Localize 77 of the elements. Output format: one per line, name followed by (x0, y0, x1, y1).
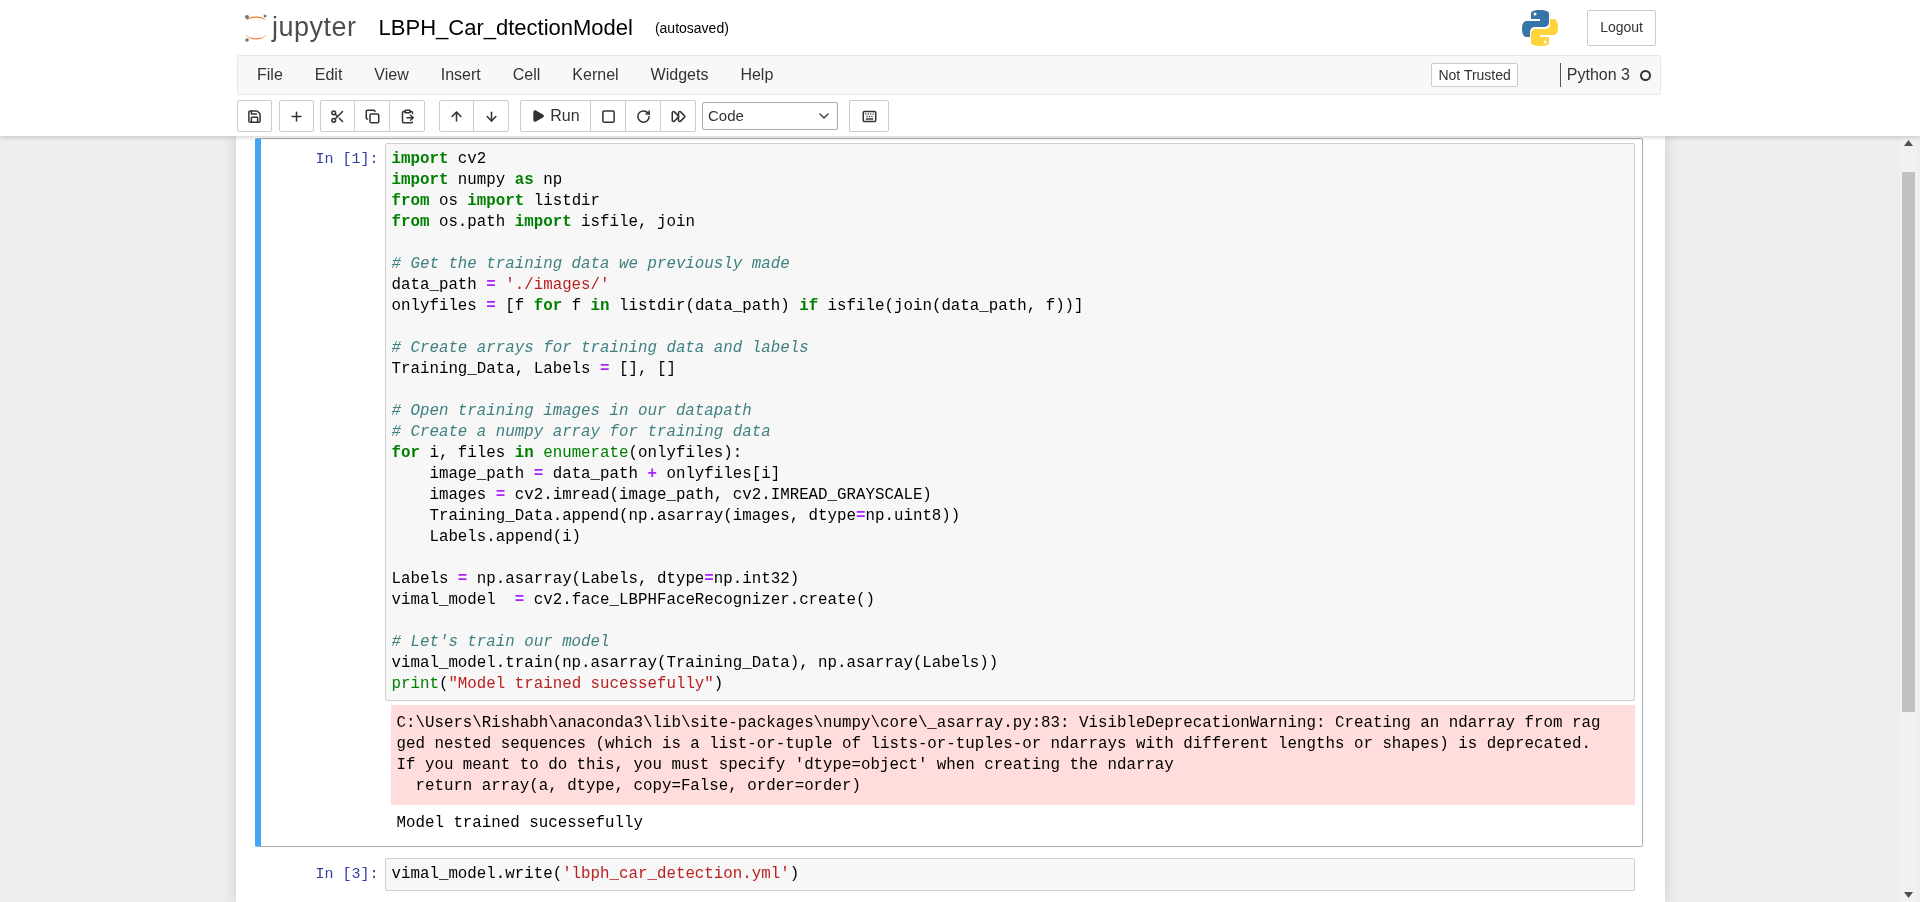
restart-icon (635, 108, 651, 124)
code-line: onlyfiles = [f for f in listdir(data_path) if isfile(join(data_path, f))] (391, 296, 1084, 317)
copy-button[interactable] (354, 100, 390, 132)
restart-button[interactable] (625, 100, 661, 132)
python-logo-icon (1521, 8, 1560, 47)
code-line: # Create arrays for training data and labels (391, 338, 809, 359)
kernel-name[interactable]: Python 3 (1566, 63, 1630, 87)
code-line: image_path = data_path + onlyfiles[i] (428, 464, 781, 485)
code-line: for i, files in enumerate(onlyfiles): (391, 443, 743, 464)
code-line: Training_Data.append(np.asarray(images, dtype=np.uint8)) (428, 506, 961, 527)
save-button[interactable] (237, 100, 272, 132)
cell-type-select[interactable]: Code (702, 102, 838, 130)
notebook-title[interactable]: LBPH_Car_dtectionModel (378, 11, 633, 44)
warning-line: return array(a, dtype, copy=False, order=order) (414, 776, 861, 797)
menu-item[interactable]: Help (724, 63, 790, 87)
code-line: from os import listdir (391, 191, 601, 212)
warning-line: C:\Users\Rishabh\anaconda3\lib\site-packages\numpy\core\_asarray.py:83: VisibleDeprecationWarning: Creating an ndarray from rag (396, 713, 1601, 734)
code-line: vimal_model.write('lbph_car_detection.yml') (391, 864, 800, 885)
code-line: import numpy as np (391, 170, 563, 191)
code-line: images = cv2.imread(image_path, cv2.IMREAD_GRAYSCALE) (428, 485, 932, 506)
paste-icon (399, 108, 415, 124)
move-up-button[interactable] (439, 100, 474, 132)
trust-button[interactable]: Not Trusted (1431, 63, 1518, 87)
scroll-up-icon[interactable] (1904, 140, 1913, 146)
code-line: vimal_model.train(np.asarray(Training_Data), np.asarray(Labels)) (391, 653, 999, 674)
jupyter-logo-text[interactable]: jupyter (272, 7, 357, 48)
scroll-down-icon[interactable] (1904, 892, 1913, 898)
code-line: Training_Data, Labels = [], [] (391, 359, 676, 380)
warning-line: ged nested sequences (which is a list-or-tuple of lists-or-tuples-or ndarrays with different lengths or shapes) is deprecated. (396, 734, 1591, 755)
code-line: print("Model trained sucessefully") (391, 674, 724, 695)
play-icon (531, 109, 546, 123)
warning-line: If you meant to do this, you must specify 'dtype=object' when creating the ndarray (396, 755, 1174, 776)
move-down-button[interactable] (473, 100, 509, 132)
code-line: vimal_model = cv2.face_LBPHFaceRecognizer.create() (391, 590, 875, 611)
code-line: # Open training images in our datapath (391, 401, 752, 422)
stop-button[interactable] (590, 100, 626, 132)
cell-prompt: In [3]: (315, 865, 379, 885)
code-input[interactable] (384, 143, 1635, 701)
code-line: import cv2 (391, 149, 487, 170)
menu-item[interactable]: View (358, 63, 425, 87)
notebook-cell[interactable] (254, 138, 1643, 847)
run-button[interactable]: Run (520, 100, 591, 132)
scrollbar-thumb[interactable] (1902, 172, 1915, 712)
menu-item[interactable]: Kernel (556, 63, 635, 87)
move-down-icon (483, 108, 499, 124)
menu-item[interactable]: Edit (298, 63, 359, 87)
cell-prompt: In [1]: (315, 150, 379, 170)
code-line: # Create a numpy array for training data (391, 422, 771, 443)
menu-item[interactable]: Widgets (634, 63, 725, 87)
logout-button[interactable]: Logout (1587, 9, 1656, 46)
save-status: (autosaved) (654, 19, 729, 38)
menu-item[interactable]: Cell (496, 63, 557, 87)
jupyter-logo-icon (243, 12, 269, 43)
code-line: # Let's train our model (391, 632, 610, 653)
add-cell-icon (289, 108, 304, 124)
notebook-cell[interactable]: In [3]: vimal_model.write('lbph_car_detection.yml') (254, 853, 1643, 896)
save-icon (247, 108, 262, 124)
menu-item[interactable]: Insert (424, 63, 497, 87)
code-line: data_path = './images/' (391, 275, 610, 296)
add-cell-button[interactable] (279, 100, 314, 132)
cut-icon (330, 108, 345, 124)
move-up-icon (449, 108, 464, 124)
code-line: Labels.append(i) (428, 527, 582, 548)
stop-icon (600, 108, 616, 124)
copy-icon (364, 108, 380, 124)
run-all-button[interactable] (660, 100, 696, 132)
run-all-icon (670, 108, 686, 124)
code-line: from os.path import isfile, join (391, 212, 695, 233)
code-line: Labels = np.asarray(Labels, dtype=np.int32) (391, 569, 800, 590)
menu-item[interactable]: File (241, 63, 299, 87)
keyboard-button[interactable] (849, 100, 889, 132)
code-input[interactable]: vimal_model.write('lbph_car_detection.yml') (384, 858, 1635, 891)
paste-button[interactable] (389, 100, 425, 132)
cut-button[interactable] (320, 100, 355, 132)
output-text: Model trained sucessefully (396, 813, 643, 834)
keyboard-icon (861, 108, 877, 124)
code-line: # Get the training data we previously made (391, 254, 790, 275)
